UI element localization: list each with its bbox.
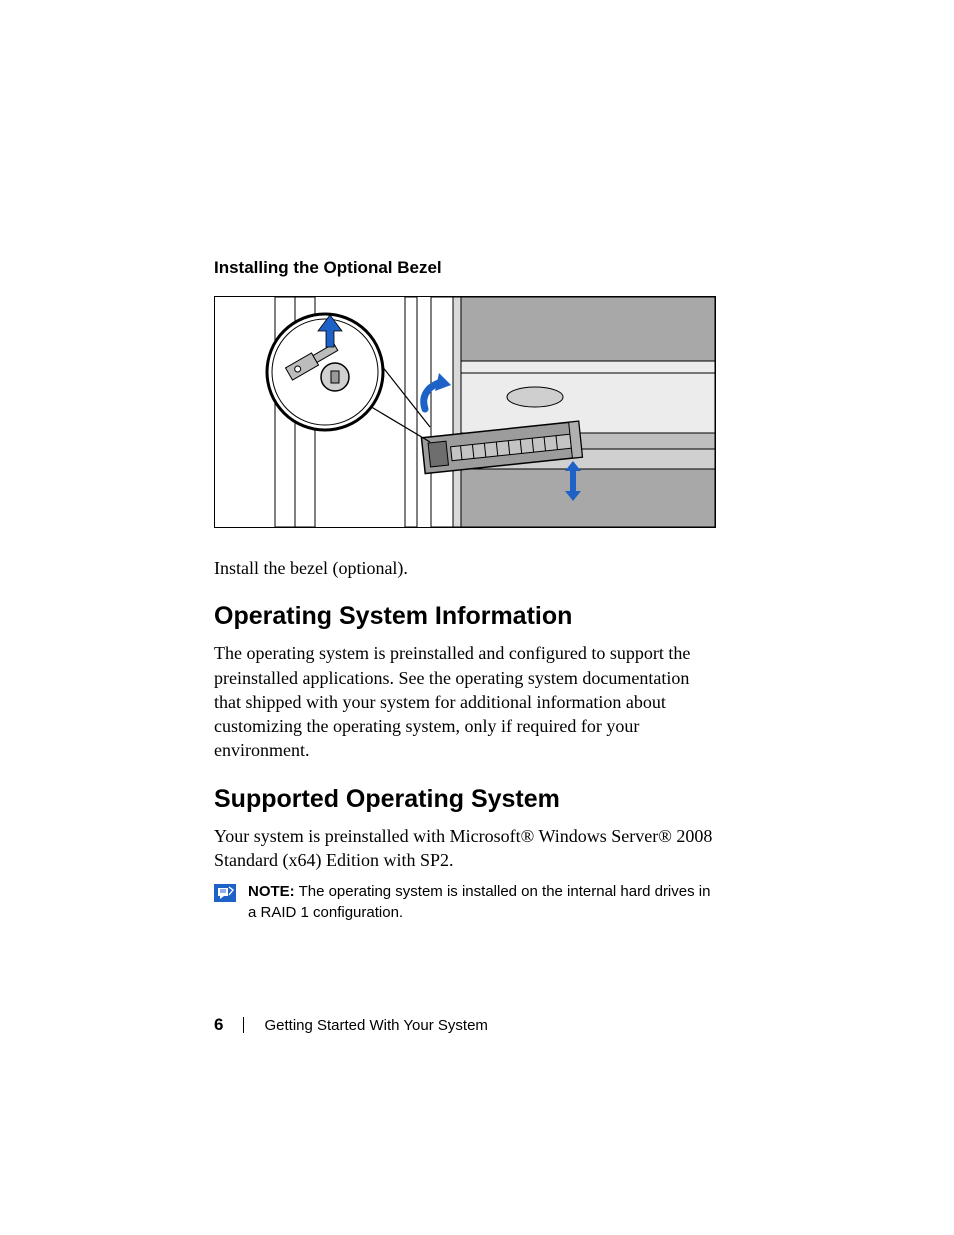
bezel-install-illustration — [214, 296, 716, 528]
page-number: 6 — [214, 1015, 223, 1035]
page-footer: 6 Getting Started With Your System — [214, 1015, 488, 1035]
footer-section-title: Getting Started With Your System — [264, 1017, 487, 1034]
heading-os-info: Operating System Information — [214, 602, 714, 631]
note-block: NOTE: The operating system is installed … — [214, 882, 714, 923]
footer-separator — [243, 1017, 244, 1033]
note-text: NOTE: The operating system is installed … — [248, 882, 714, 923]
figure-caption: Install the bezel (optional). — [214, 556, 714, 580]
note-icon — [214, 884, 236, 902]
paragraph-os-info: The operating system is preinstalled and… — [214, 641, 714, 762]
section-subheading: Installing the Optional Bezel — [214, 258, 714, 278]
paragraph-supported-os: Your system is preinstalled with Microso… — [214, 824, 714, 873]
document-page: Installing the Optional Bezel — [0, 0, 954, 1235]
note-body: The operating system is installed on the… — [248, 883, 710, 920]
heading-supported-os: Supported Operating System — [214, 785, 714, 814]
note-label: NOTE: — [248, 883, 295, 900]
